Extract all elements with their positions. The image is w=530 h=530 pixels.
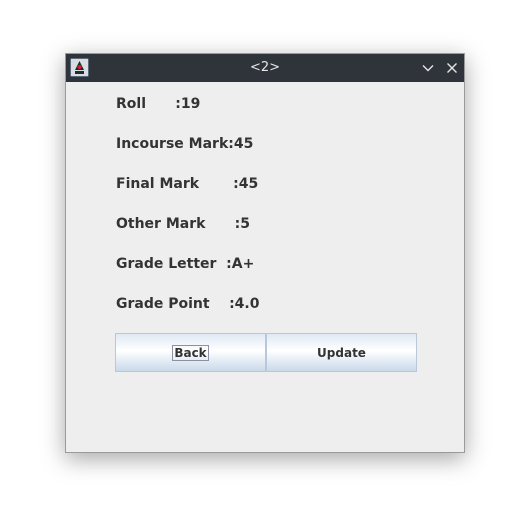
roll-label: Roll :19 (116, 96, 201, 112)
back-button[interactable]: Back (115, 333, 266, 372)
final-mark-label: Final Mark :45 (116, 176, 259, 192)
back-button-label: Back (172, 344, 209, 361)
other-mark-label: Other Mark :5 (116, 216, 251, 232)
chevron-down-icon (422, 65, 434, 72)
close-button[interactable] (445, 61, 459, 75)
update-button-label: Update (317, 345, 366, 360)
title-bar[interactable]: <2> (66, 54, 464, 82)
content-panel: Roll :19 Incourse Mark:45 Final Mark :45… (66, 82, 464, 452)
grade-letter-label: Grade Letter :A+ (116, 256, 255, 272)
minimize-button[interactable] (421, 61, 435, 75)
close-icon (447, 63, 457, 73)
update-button[interactable]: Update (266, 333, 417, 372)
grade-point-label: Grade Point :4.0 (116, 296, 260, 312)
incourse-mark-label: Incourse Mark:45 (116, 136, 254, 152)
window-title: <2> (249, 60, 281, 75)
app-window: <2> Roll :19 Incourse Mark:45 Final Mark… (65, 53, 465, 453)
